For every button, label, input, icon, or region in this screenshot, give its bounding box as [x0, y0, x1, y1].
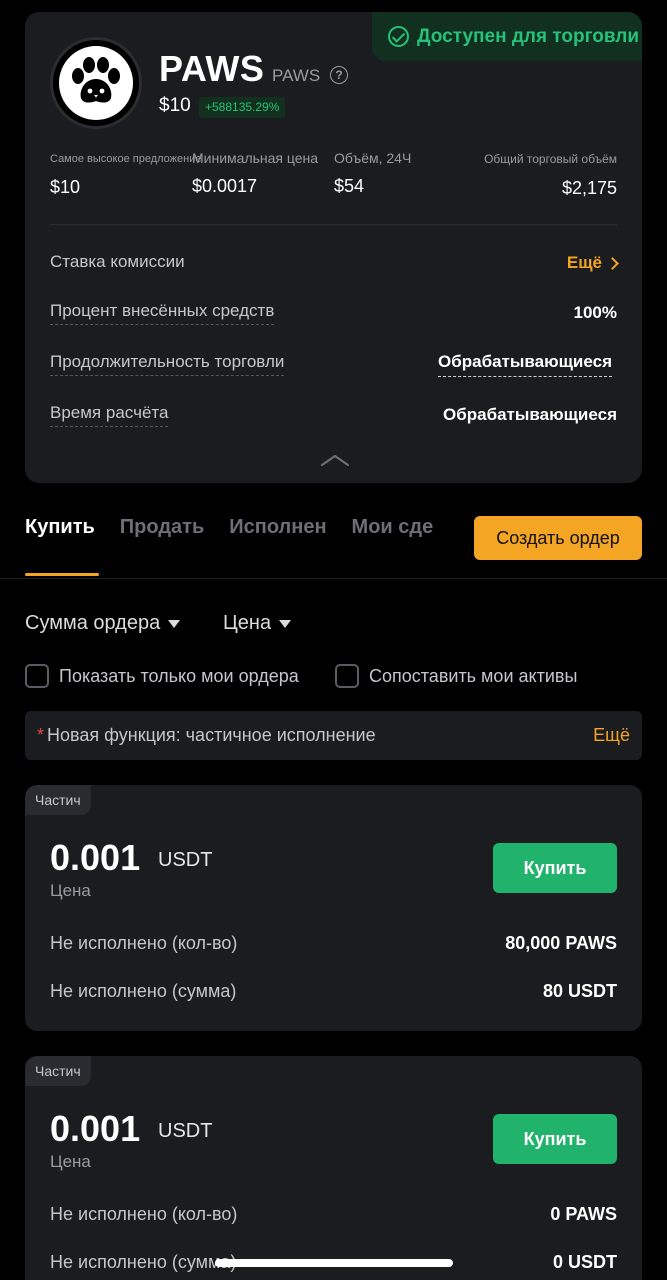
deposit-label[interactable]: Процент внесённых средств — [50, 301, 275, 325]
order-card: Частич 0.001 USDT Цена Купить Не исполне… — [25, 1056, 642, 1280]
stat-min-price: Минимальная цена $0.0017 — [192, 150, 318, 197]
unfilled-qty-row: Не исполнено (кол-во) 0 PAWS — [50, 1204, 617, 1225]
match-my-assets-toggle[interactable]: Сопоставить мои активы — [335, 664, 577, 688]
paw-icon — [59, 46, 133, 120]
order-card: Частич 0.001 USDT Цена Купить Не исполне… — [25, 785, 642, 1031]
status-label: Доступен для торговли — [417, 25, 640, 47]
unfilled-qty-row: Не исполнено (кол-во) 80,000 PAWS — [50, 933, 617, 954]
order-price-label: Цена — [50, 881, 91, 900]
token-name: PAWS — [159, 48, 265, 89]
help-icon[interactable]: ? — [330, 66, 348, 84]
order-price-unit: USDT — [158, 1120, 213, 1142]
tab-buy[interactable]: Купить — [25, 516, 95, 539]
duration-value[interactable]: Обрабатывающиеся — [438, 352, 612, 377]
order-tabs: Купить Продать Исполнен Мои сде — [25, 516, 433, 539]
fee-more-link[interactable]: Ещё — [566, 253, 619, 273]
stat-volume-24h: Объём, 24Ч $54 — [334, 150, 411, 197]
unfilled-sum-value: 80 USDT — [542, 981, 617, 1001]
checkbox-label: Показать только мои ордера — [59, 665, 299, 686]
create-order-button[interactable]: Создать ордер — [474, 516, 642, 560]
feature-notice: * Новая функция: частичное исполнение Ещё — [25, 711, 642, 760]
unfilled-qty-value: 0 PAWS — [550, 1204, 617, 1224]
home-indicator — [215, 1259, 453, 1267]
unfilled-sum-label: Не исполнено (сумма) — [50, 981, 237, 1001]
token-logo — [50, 37, 142, 129]
unfilled-sum-label: Не исполнено (сумма) — [50, 1252, 237, 1272]
notice-more-link[interactable]: Ещё — [593, 725, 630, 746]
price-filter[interactable]: Цена — [223, 612, 292, 635]
stat-label: Минимальная цена — [192, 150, 319, 166]
token-info-card: Доступен для торговли PAWS PAWS ? $10 +5… — [25, 12, 642, 483]
filter-label: Сумма ордера — [25, 612, 161, 634]
duration-row: Продолжительность торговли Обрабатывающи… — [50, 349, 617, 379]
fee-rate-row: Ставка комиссии Ещё — [50, 248, 619, 278]
stat-value: $2,175 — [561, 178, 617, 198]
active-tab-indicator — [25, 573, 99, 576]
chevron-up-icon[interactable] — [320, 452, 350, 468]
stat-label: Объём, 24Ч — [334, 150, 412, 166]
divider — [0, 578, 667, 579]
unfilled-sum-value: 0 USDT — [552, 1252, 617, 1272]
order-price: 0.001 — [50, 837, 141, 878]
filter-label: Цена — [223, 612, 272, 634]
notice-text: Новая функция: частичное исполнение — [47, 725, 376, 745]
fee-more-label: Ещё — [566, 253, 602, 272]
notice-text-wrap: * Новая функция: частичное исполнение — [37, 725, 376, 746]
caret-down-icon — [279, 619, 292, 628]
stat-value: $10 — [50, 177, 81, 197]
partial-fill-badge: Частич — [25, 785, 91, 815]
buy-button[interactable]: Купить — [493, 843, 617, 893]
settlement-value: Обрабатывающиеся — [443, 405, 617, 424]
order-price: 0.001 — [50, 1108, 141, 1149]
partial-fill-badge: Частич — [25, 1056, 91, 1086]
stat-highest-bid: Самое высокое предложение $10 — [50, 150, 201, 198]
order-price-unit: USDT — [158, 849, 213, 871]
stat-label: Общий торговый объём — [484, 152, 617, 166]
stat-value: $54 — [334, 176, 365, 196]
unfilled-qty-label: Не исполнено (кол-во) — [50, 1204, 238, 1224]
order-price-label: Цена — [50, 1152, 91, 1171]
divider — [50, 224, 617, 225]
order-amount-filter[interactable]: Сумма ордера — [25, 612, 181, 635]
caret-down-icon — [168, 619, 181, 628]
token-price: $10 — [159, 95, 191, 116]
tab-my-deals[interactable]: Мои сде — [352, 516, 434, 539]
tab-filled[interactable]: Исполнен — [229, 516, 326, 539]
stat-value: $0.0017 — [192, 176, 258, 196]
settlement-label[interactable]: Время расчёта — [50, 403, 169, 427]
stat-label: Самое высокое предложение — [50, 153, 202, 165]
deposit-row: Процент внесённых средств 100% — [50, 298, 617, 328]
price-change-badge: +588135.29% — [199, 97, 286, 118]
token-symbol: PAWS — [272, 66, 321, 85]
unfilled-qty-label: Не исполнено (кол-во) — [50, 933, 238, 953]
trading-status-badge: Доступен для торговли — [372, 12, 642, 61]
show-my-orders-toggle[interactable]: Показать только мои ордера — [25, 664, 299, 688]
fee-rate-label: Ставка комиссии — [50, 251, 185, 271]
chevron-right-icon — [606, 256, 619, 270]
tab-sell[interactable]: Продать — [120, 516, 204, 539]
required-asterisk: * — [37, 725, 45, 745]
settlement-row: Время расчёта Обрабатывающиеся — [50, 400, 617, 430]
buy-button[interactable]: Купить — [493, 1114, 617, 1164]
stat-total-volume: Общий торговый объём $2,175 — [484, 150, 617, 199]
checkbox[interactable] — [335, 664, 359, 688]
unfilled-sum-row: Не исполнено (сумма) 80 USDT — [50, 981, 617, 1002]
duration-label[interactable]: Продолжительность торговли — [50, 352, 285, 376]
checkbox-label: Сопоставить мои активы — [369, 665, 578, 686]
unfilled-qty-value: 80,000 PAWS — [505, 933, 617, 953]
checkbox[interactable] — [25, 664, 49, 688]
deposit-value: 100% — [573, 303, 617, 322]
check-circle-icon — [388, 26, 409, 47]
